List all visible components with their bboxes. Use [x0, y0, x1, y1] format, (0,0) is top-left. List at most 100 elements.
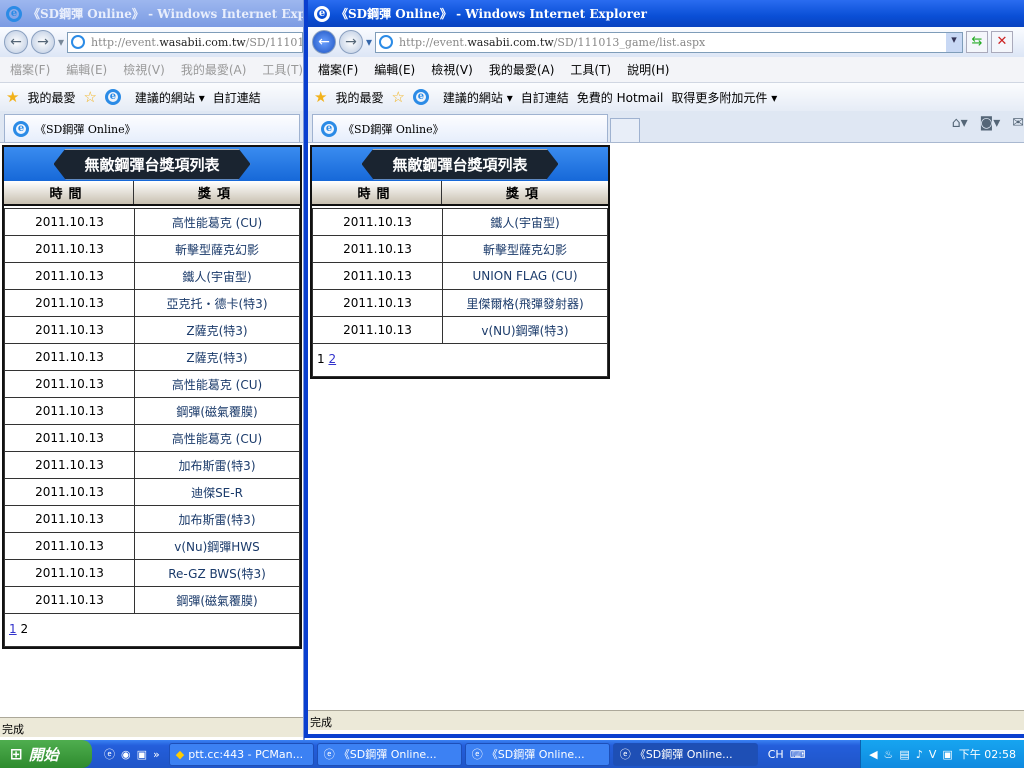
quick-launch-ie-icon[interactable]: ⓔ: [104, 746, 115, 762]
menu-help[interactable]: 說明(H): [627, 61, 669, 78]
menu-view[interactable]: 檢視(V): [123, 61, 165, 78]
table-row: 2011.10.13 加布斯雷(特3): [5, 506, 299, 533]
title-bar[interactable]: e 《SD鋼彈 Online》 - Windows Internet Explor…: [308, 0, 1024, 27]
ie-icon: e: [104, 89, 121, 105]
tray-expand-icon[interactable]: ◀: [869, 748, 877, 761]
menu-favorites[interactable]: 我的最愛(A): [181, 61, 247, 78]
tab-sd-gundam[interactable]: e 《SD鋼彈 Online》: [4, 114, 300, 142]
refresh-button[interactable]: ⇆: [966, 31, 988, 53]
windows-logo-icon: ⊞: [10, 745, 23, 763]
ie-icon: e: [6, 5, 22, 22]
taskbar-item-ie-3[interactable]: ⓔ 《SD鋼彈 Online...: [612, 742, 758, 766]
favorites-button[interactable]: 我的最愛: [27, 89, 75, 106]
menu-tools[interactable]: 工具(T): [262, 61, 303, 78]
row-prize: 斬擊型薩克幻影: [174, 242, 259, 257]
browser-window-front[interactable]: e 《SD鋼彈 Online》 - Windows Internet Explor…: [304, 0, 1024, 738]
star-icon: ★: [6, 88, 20, 106]
tab-bar: e 《SD鋼彈 Online》 ⌂▾ ◙▾ ✉: [308, 111, 1024, 143]
taskbar-item-pcman[interactable]: ◆ ptt.cc:443 - PCMan...: [168, 742, 314, 766]
fav-addons[interactable]: 取得更多附加元件 ▾: [671, 89, 777, 106]
fav-suggested-sites[interactable]: 建議的網站 ▾: [443, 89, 513, 106]
row-prize: Z薩克(特3): [186, 323, 248, 338]
row-prize: 鋼彈(磁氣覆膜): [176, 404, 258, 419]
ie-icon: ⓔ: [323, 748, 335, 761]
start-button[interactable]: ⊞ 開始: [0, 740, 92, 768]
mail-icon[interactable]: ✉: [1012, 115, 1024, 131]
address-bar: ← → ▾ http://event. wasabii.com.tw/SD/11101…: [0, 27, 303, 57]
forward-button[interactable]: →: [31, 30, 55, 54]
keyboard-icon[interactable]: ⌨: [790, 748, 806, 761]
fav-custom-links[interactable]: 自訂連結: [213, 89, 261, 106]
url-path: /SD/111013_g: [245, 35, 303, 49]
url-host: wasabii.com.tw: [467, 35, 554, 49]
taskbar-item-ie-1[interactable]: ⓔ 《SD鋼彈 Online...: [316, 742, 462, 766]
table-row: 2011.10.13 鐵人(宇宙型): [313, 209, 607, 236]
taskbar-item-ie-2[interactable]: ⓔ 《SD鋼彈 Online...: [464, 742, 610, 766]
table-row: 2011.10.13 加布斯雷(特3): [5, 452, 299, 479]
add-favorite-icon[interactable]: ☆: [83, 88, 96, 106]
fav-custom-links[interactable]: 自訂連結: [521, 89, 569, 106]
tray-monitor-icon[interactable]: ▣: [942, 748, 952, 761]
favorites-button[interactable]: 我的最愛: [335, 89, 383, 106]
row-date: 2011.10.13: [313, 290, 443, 316]
menu-favorites[interactable]: 我的最愛(A): [489, 61, 555, 78]
fav-suggested-sites[interactable]: 建議的網站 ▾: [135, 89, 205, 106]
table-row: 2011.10.13 UNION FLAG (CU): [313, 263, 607, 290]
favorites-bar: ★ 我的最愛 ☆ e 建議的網站 ▾ 自訂連結 免費的 Hotmail 取得更多附加…: [308, 83, 1024, 111]
back-button[interactable]: ←: [4, 30, 28, 54]
col-prize-header: 獎項: [505, 187, 544, 202]
chevron-down-icon[interactable]: ▾: [58, 35, 64, 49]
tab-sd-gundam[interactable]: e 《SD鋼彈 Online》: [312, 114, 608, 142]
more-icon[interactable]: »: [153, 748, 160, 761]
quick-launch-icon[interactable]: ◉: [121, 748, 131, 761]
volume-icon[interactable]: ♪: [916, 748, 923, 761]
row-date: 2011.10.13: [5, 533, 135, 559]
stop-button[interactable]: ✕: [991, 31, 1013, 53]
home-icon[interactable]: ⌂▾: [952, 115, 968, 131]
fav-hotmail[interactable]: 免費的 Hotmail: [577, 89, 664, 106]
url-input[interactable]: http://event. wasabii.com.tw/SD/111013_ga…: [375, 31, 963, 53]
row-date: 2011.10.13: [5, 506, 135, 532]
row-date: 2011.10.13: [5, 398, 135, 424]
system-tray: ◀ ♨ ▤ ♪ V ▣ 下午 02:58: [860, 740, 1024, 768]
page-link[interactable]: 1: [9, 622, 17, 636]
url-input[interactable]: http://event.wasabii.com.tw/SD/111013_g: [67, 31, 303, 53]
row-date: 2011.10.13: [5, 317, 135, 343]
menu-view[interactable]: 檢視(V): [431, 61, 473, 78]
table-row: 2011.10.13 Z薩克(特3): [5, 344, 299, 371]
ie-icon: ⓔ: [619, 748, 631, 761]
col-time-header: 時間: [4, 181, 134, 204]
ie-icon: e: [321, 120, 337, 137]
recent-pages-chevron-icon[interactable]: ▾: [366, 35, 372, 49]
favorites-bar: ★ 我的最愛 ☆ e 建議的網站 ▾ 自訂連結: [0, 83, 303, 111]
table-body: 2011.10.13 高性能葛克 (CU) 2011.10.13 斬擊型薩克幻影 201…: [4, 208, 300, 647]
rss-icon[interactable]: ◙▾: [980, 115, 1001, 131]
table-row: 2011.10.13 斬擊型薩克幻影: [5, 236, 299, 263]
taskbar-label: ptt.cc:443 - PCMan...: [188, 747, 304, 761]
forward-button[interactable]: →: [339, 30, 363, 54]
show-desktop-icon[interactable]: ▣: [137, 748, 147, 761]
antivirus-icon[interactable]: V: [929, 748, 937, 761]
back-button[interactable]: ←: [312, 30, 336, 54]
row-prize: 鋼彈(磁氣覆膜): [176, 593, 258, 608]
network-icon[interactable]: ▤: [899, 748, 909, 761]
table-row: 2011.10.13 斬擊型薩克幻影: [313, 236, 607, 263]
title-bar[interactable]: e 《SD鋼彈 Online》 - Windows Internet Explor…: [0, 0, 303, 27]
menu-file[interactable]: 檔案(F): [10, 61, 50, 78]
row-date: 2011.10.13: [5, 425, 135, 451]
browser-window-back[interactable]: e 《SD鋼彈 Online》 - Windows Internet Explor…: [0, 0, 305, 740]
status-text: 完成: [2, 723, 24, 736]
menu-file[interactable]: 檔案(F): [318, 61, 358, 78]
url-dropdown-icon[interactable]: ▾: [946, 32, 962, 52]
table-row: 2011.10.13 v(NU)鋼彈(特3): [313, 317, 607, 344]
page-link[interactable]: 2: [328, 352, 336, 366]
menu-edit[interactable]: 編輯(E): [66, 61, 107, 78]
language-indicator[interactable]: CH: [768, 748, 784, 761]
row-prize: v(NU)鋼彈(特3): [481, 323, 569, 338]
tray-app-icon[interactable]: ♨: [884, 748, 894, 761]
add-favorite-icon[interactable]: ☆: [391, 88, 404, 106]
menu-tools[interactable]: 工具(T): [570, 61, 611, 78]
menu-edit[interactable]: 編輯(E): [374, 61, 415, 78]
new-tab-button[interactable]: [610, 118, 640, 142]
url-path: /SD/111013_game/list.aspx: [553, 35, 706, 49]
